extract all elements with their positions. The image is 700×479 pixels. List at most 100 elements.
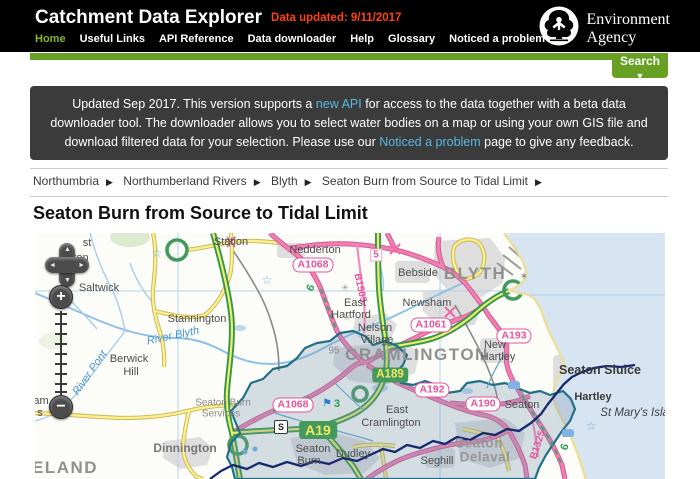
new-api-link[interactable]: new API <box>316 97 362 111</box>
map-label: ✶ <box>520 272 528 283</box>
site-title: Catchment Data Explorer Data updated: 9/1… <box>35 7 401 29</box>
map-labels: StationsttonSaltwickNeddertonA10685B1505… <box>35 233 665 479</box>
map-label <box>243 450 248 455</box>
data-updated-badge: Data updated: 9/11/2017 <box>271 12 401 24</box>
map-label: ☆ <box>586 419 597 433</box>
nav-link[interactable]: Home <box>35 33 66 45</box>
map-label: BLYTH <box>444 264 507 284</box>
map-label: New <box>484 339 506 351</box>
map-label: ✳ <box>343 313 351 324</box>
map-label: S <box>274 420 288 434</box>
pan-right-icon[interactable]: ► <box>78 262 85 269</box>
map-label: Stannington <box>168 313 227 325</box>
map-label: Seaton Burn <box>195 398 251 409</box>
divider-bottom <box>30 196 668 197</box>
breadcrumb-separator-icon <box>254 177 261 187</box>
map-label: Hill <box>123 366 138 378</box>
map-label: Seaton Sluice <box>559 363 641 377</box>
map-label: 6 <box>304 283 317 294</box>
map-label: Nelson <box>358 322 392 334</box>
map-label: Newsham <box>403 297 452 309</box>
map-label: Seghill <box>420 455 453 467</box>
ea-logo-line2: Agency <box>586 29 670 46</box>
map-label: River Pont <box>70 349 109 398</box>
map-label: A189 <box>372 368 408 383</box>
map-label: Seaton <box>505 399 540 411</box>
breadcrumb-item: Seaton Burn from Source to Tidal Limit <box>322 174 549 188</box>
map-label: Hartley <box>481 351 516 363</box>
breadcrumb-link[interactable]: Northumberland Rivers <box>123 174 246 188</box>
map-label: Berwick <box>110 353 149 365</box>
nav-link[interactable]: Noticed a problem? <box>449 33 552 45</box>
map-label: Dinnington <box>153 441 216 455</box>
breadcrumb-item: Blyth <box>271 174 319 188</box>
zoom-tick <box>55 313 67 315</box>
nav-link[interactable]: API Reference <box>159 33 234 45</box>
map-label <box>562 429 574 437</box>
map-pan-control[interactable]: ▲ ▼ ◄ ► <box>45 243 89 287</box>
zoom-tick <box>55 383 67 385</box>
map-label: B1325 <box>528 429 548 460</box>
breadcrumb-item: Northumbria <box>33 174 120 188</box>
breadcrumb-item: Northumberland Rivers <box>123 174 267 188</box>
accent-bar <box>30 53 668 60</box>
breadcrumb-link[interactable]: Northumbria <box>33 174 99 188</box>
map-label: Seaton <box>296 443 331 455</box>
map-label: Cramlington <box>361 417 420 429</box>
zoom-tick <box>55 391 67 393</box>
map-label: 3 <box>334 398 340 410</box>
map[interactable]: StationsttonSaltwickNeddertonA10685B1505… <box>35 233 665 479</box>
pan-left-icon[interactable]: ◄ <box>49 262 56 269</box>
noticed-a-problem-link[interactable]: Noticed a problem <box>379 135 480 149</box>
ea-logo-icon <box>539 6 579 51</box>
notice-text-1: Updated Sep 2017. This version supports … <box>72 97 316 111</box>
site-title-text: Catchment Data Explorer <box>35 7 262 28</box>
map-label: ⚑ <box>322 397 332 410</box>
search-button[interactable]: Search ▼ <box>612 53 668 78</box>
nav-link[interactable]: Useful Links <box>80 33 145 45</box>
environment-agency-logo: Environment Agency <box>539 6 670 51</box>
ea-logo-text: Environment Agency <box>586 11 670 46</box>
nav-link[interactable]: Glossary <box>388 33 435 45</box>
map-label: Delaval <box>460 450 511 465</box>
breadcrumb-link[interactable]: Blyth <box>271 174 298 188</box>
map-label: ☆ <box>152 246 163 260</box>
page-title: Seaton Burn from Source to Tidal Limit <box>33 203 368 224</box>
map-label: Burn <box>297 455 320 467</box>
zoom-in-button[interactable]: + <box>49 285 73 309</box>
breadcrumb-separator-icon <box>106 177 113 187</box>
zoom-tick <box>55 363 67 365</box>
ea-logo-line1: Environment <box>586 11 670 28</box>
pan-up-icon[interactable]: ▲ <box>64 246 71 253</box>
breadcrumb: Northumbria Northumberland Rivers Blyth … <box>33 174 549 188</box>
chevron-down-icon: ▼ <box>636 71 645 81</box>
map-label: 6 <box>558 442 571 452</box>
breadcrumb-separator-icon <box>305 177 312 187</box>
zoom-tick <box>55 323 67 325</box>
zoom-out-button[interactable]: − <box>49 395 73 419</box>
update-notice: Updated Sep 2017. This version supports … <box>30 86 668 160</box>
divider-top <box>30 168 668 169</box>
map-label: A192 <box>414 383 449 398</box>
map-label: ✳ <box>341 283 349 294</box>
nav-link[interactable]: Help <box>350 33 374 45</box>
map-label: A1068 <box>293 258 334 273</box>
map-label: Station <box>214 236 248 248</box>
map-label: Bebside <box>398 267 438 279</box>
map-label <box>253 447 258 452</box>
nav-link[interactable]: Data downloader <box>248 33 337 45</box>
map-label: Hartley <box>574 391 611 403</box>
map-label: Nedderton <box>289 244 340 256</box>
map-label: s <box>37 407 43 419</box>
pan-down-icon[interactable]: ▼ <box>64 277 71 284</box>
map-label: East <box>344 297 366 309</box>
map-label: East <box>386 404 408 416</box>
zoom-tick <box>55 343 67 345</box>
map-label: Dudley <box>336 448 370 460</box>
main-nav: Home Useful Links API Reference Data downlo… <box>35 33 552 45</box>
breadcrumb-link[interactable]: Seaton Burn from Source to Tidal Limit <box>322 174 528 188</box>
map-label: ☆ <box>262 273 273 287</box>
map-label: Services <box>202 409 240 420</box>
map-label: am <box>35 395 49 407</box>
map-label: CRAMLINGTON <box>345 345 489 365</box>
